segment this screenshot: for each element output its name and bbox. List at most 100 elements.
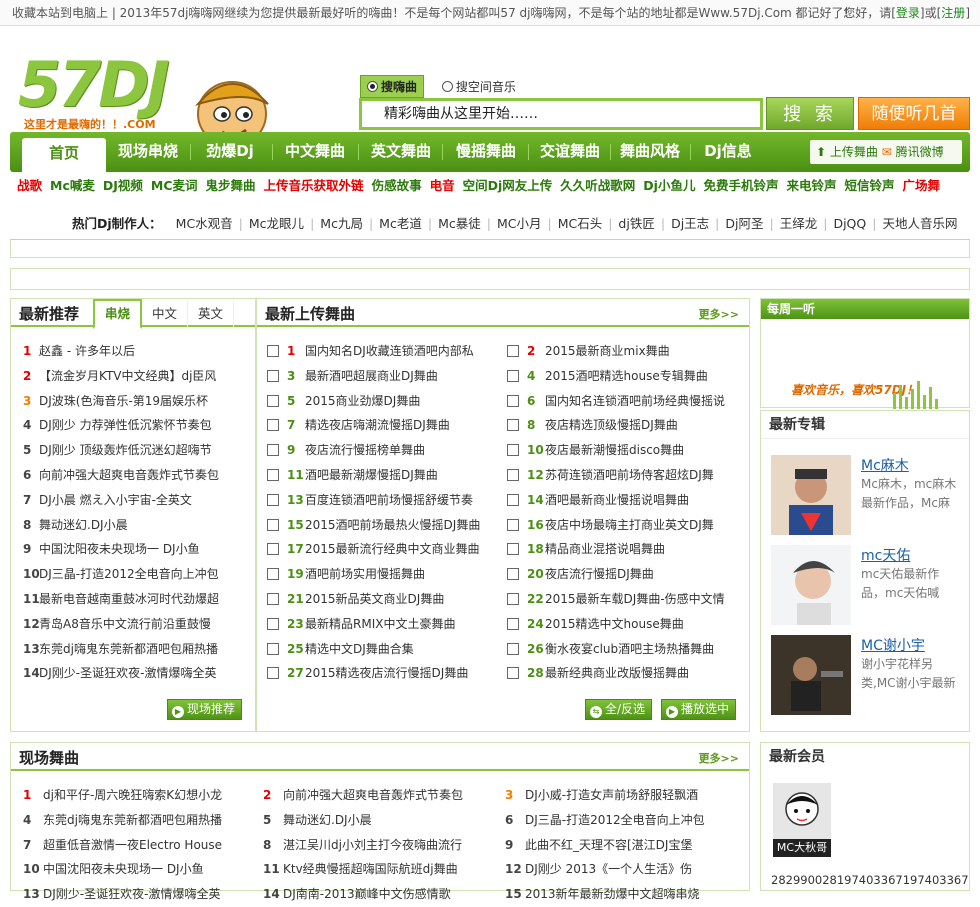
nav-social[interactable]: 交谊舞曲 [530,132,610,172]
song-title[interactable]: DJ南南-2013巅峰中文伤感情歌 [283,887,451,901]
list-item[interactable]: 2 向前冲强大超爽电音轰炸式节奏包 [263,783,488,808]
table-row[interactable]: 18精品商业混搭说唱舞曲 [507,537,732,562]
table-row[interactable]: 172015最新流行经典中文商业舞曲 [267,537,492,562]
list-item[interactable]: 10 中国沈阳夜未央现场一 DJ小鱼 [23,857,248,882]
table-row[interactable]: 222015最新车载DJ舞曲-伤感中文情 [507,587,732,612]
song-title[interactable]: 中国沈阳夜未央现场一 DJ小鱼 [43,862,204,876]
song-title[interactable]: 精选中文DJ舞曲合集 [305,642,414,656]
table-row[interactable]: 2 2015最新商业mix舞曲 [507,339,732,364]
quick-link[interactable]: MC麦词 [151,178,198,193]
song-checkbox[interactable] [507,444,519,457]
uploads-more-link[interactable]: 更多>> [699,306,739,322]
song-checkbox[interactable] [267,345,279,357]
song-title[interactable]: 酒吧最新潮爆慢摇DJ舞曲 [305,468,438,482]
song-checkbox[interactable] [267,592,279,605]
list-item[interactable]: 3 DJ小威-打造女声前场舒服轻飘酒 [505,783,730,808]
quick-link[interactable]: 上传音乐获取外链 [264,178,364,193]
quick-link[interactable]: 短信铃声 [844,178,894,193]
list-item[interactable]: 7 DJ小晨 燃え入小宇宙-全英文 [23,488,237,513]
album-cover[interactable] [771,545,851,625]
song-title[interactable]: 此曲不红_天理不容[湛江DJ宝堡 [525,838,692,852]
table-row[interactable]: 212015新品英文商业DJ舞曲 [267,587,492,612]
song-title[interactable]: 国内知名连锁酒吧前场经典慢摇说 [545,394,725,408]
hot-dj-link[interactable]: 天地人音乐网 [882,216,957,231]
table-row[interactable]: 4 2015酒吧精选house专辑舞曲 [507,364,732,389]
table-row[interactable]: 13百度连锁酒吧前场慢摇舒缓节奏 [267,488,492,513]
song-title[interactable]: DJ三晶-打造2012全电音向上冲包 [39,567,219,581]
song-title[interactable]: 夜店流行慢摇DJ舞曲 [545,567,654,581]
song-title[interactable]: 向前冲强大超爽电音轰炸式节奏包 [283,788,463,802]
hot-dj-link[interactable]: Mc龙眼儿 [249,216,304,231]
nav-style[interactable]: 舞曲风格 [612,132,688,172]
song-title[interactable]: 最新经典商业改版慢摇舞曲 [545,666,689,680]
song-title[interactable]: 酒吧最新商业慢摇说唱舞曲 [545,493,689,507]
song-title[interactable]: 最新精品RMIX中文土豪舞曲 [305,617,455,631]
table-row[interactable]: 6 国内知名连锁酒吧前场经典慢摇说 [507,389,732,414]
list-item[interactable]: 1 赵鑫 - 许多年以后 [23,339,237,364]
tab-medley[interactable]: 串烧 [93,299,143,329]
table-row[interactable]: 5 2015商业劲爆DJ舞曲 [267,389,492,414]
list-item[interactable]: 14 DJ南南-2013巅峰中文伤感情歌 [263,882,488,907]
song-title[interactable]: 精品商业混搭说唱舞曲 [545,542,665,556]
hot-dj-link[interactable]: Mc暴徒 [438,216,481,231]
table-row[interactable]: 7 精选夜店嗨潮流慢摇DJ舞曲 [267,413,492,438]
select-all-button[interactable]: ⇆ 全/反选 [585,699,653,720]
tab-chinese[interactable]: 中文 [142,301,189,329]
song-checkbox[interactable] [267,667,279,680]
table-row[interactable]: 1 国内知名DJ收藏连锁酒吧内部私 [267,339,492,364]
quick-link[interactable]: 广场舞 [903,178,941,193]
table-row[interactable]: 10夜店最新潮慢摇disco舞曲 [507,438,732,463]
song-title[interactable]: 东莞dj嗨鬼东莞新都酒吧包厢热播 [39,642,218,656]
nav-slow[interactable]: 慢摇舞曲 [446,132,526,172]
table-row[interactable]: 11酒吧最新潮爆慢摇DJ舞曲 [267,463,492,488]
list-item[interactable]: 11 Ktv经典慢摇超嗨国际航班dj舞曲 [263,857,488,882]
song-title[interactable]: 2015最新车载DJ舞曲-伤感中文情 [545,592,725,606]
album-item[interactable]: mc天佑 mc天佑最新作品，mc天佑喊 [771,545,966,625]
list-item[interactable]: 15 2013新年最新劲爆中文超嗨串烧 [505,882,730,907]
list-item[interactable]: 8 舞动迷幻.DJ小晨 [23,513,237,538]
song-title[interactable]: 2015新品英文商业DJ舞曲 [305,592,444,606]
quick-link[interactable]: 鬼步舞曲 [206,178,256,193]
song-title[interactable]: 2015酒吧精选house专辑舞曲 [545,369,708,383]
song-title[interactable]: 中国沈阳夜未央现场一 DJ小鱼 [39,542,200,556]
song-checkbox[interactable] [507,592,519,605]
hot-dj-link[interactable]: MC小月 [497,216,542,231]
song-checkbox[interactable] [507,419,519,432]
song-title[interactable]: 酒吧前场实用慢摇舞曲 [305,567,425,581]
tab-english[interactable]: 英文 [188,301,235,329]
song-checkbox[interactable] [507,667,519,680]
live-more-link[interactable]: 更多>> [699,750,739,766]
list-item[interactable]: 5 DJ刚少 顶级轰炸低沉迷幻超嗨节 [23,438,237,463]
quick-link[interactable]: DJ视频 [103,178,143,193]
song-checkbox[interactable] [267,419,279,432]
table-row[interactable]: 14酒吧最新商业慢摇说唱舞曲 [507,488,732,513]
song-title[interactable]: DJ刚少 力荐弹性低沉紫怀节奏包 [39,418,212,432]
song-title[interactable]: DJ刚少 顶级轰炸低沉迷幻超嗨节 [39,443,212,457]
list-item[interactable]: 7 超重低音激情一夜Electro House [23,833,248,858]
song-checkbox[interactable] [507,518,519,531]
song-title[interactable]: 2015商业劲爆DJ舞曲 [305,394,420,408]
song-title[interactable]: DJ刚少 2013《一个人生活》伤 [525,862,692,876]
nav-live[interactable]: 现场串烧 [110,132,186,172]
list-item[interactable]: 5 舞动迷幻.DJ小晨 [263,808,488,833]
table-row[interactable]: 12苏荷连锁酒吧前场侍客超炫DJ舞 [507,463,732,488]
quick-link[interactable]: 伤感故事 [372,178,422,193]
list-item[interactable]: 13 DJ刚少-圣诞狂欢夜-激情爆嗨全英 [23,882,248,907]
quick-link[interactable]: 电音 [430,178,455,193]
song-checkbox[interactable] [507,394,519,407]
list-item[interactable]: 2 【流金岁月KTV中文经典】dj臣风 [23,364,237,389]
song-title[interactable]: 2015酒吧前场最热火慢摇DJ舞曲 [305,518,480,532]
song-title[interactable]: 向前冲强大超爽电音轰炸式节奏包 [39,468,219,482]
hot-dj-link[interactable]: dj铁匠 [618,216,654,231]
song-checkbox[interactable] [267,518,279,531]
table-row[interactable]: 26衡水夜宴club酒吧主场热播舞曲 [507,637,732,662]
nav-jinbao[interactable]: 劲爆Dj [194,132,266,172]
song-checkbox[interactable] [507,345,519,357]
song-title[interactable]: DJ波珠(色海音乐-第19届娱乐杯 [39,394,208,408]
song-checkbox[interactable] [507,568,519,581]
random-listen-button[interactable]: 随便听几首 [858,97,970,130]
song-checkbox[interactable] [507,617,519,630]
album-item[interactable]: Mc麻木 Mc麻木，mc麻木最新作品，Mc麻 [771,455,966,535]
song-title[interactable]: 夜店中场最嗨主打商业英文DJ舞 [545,518,714,532]
search-input[interactable]: 精彩嗨曲从这里开始…… [359,98,763,130]
